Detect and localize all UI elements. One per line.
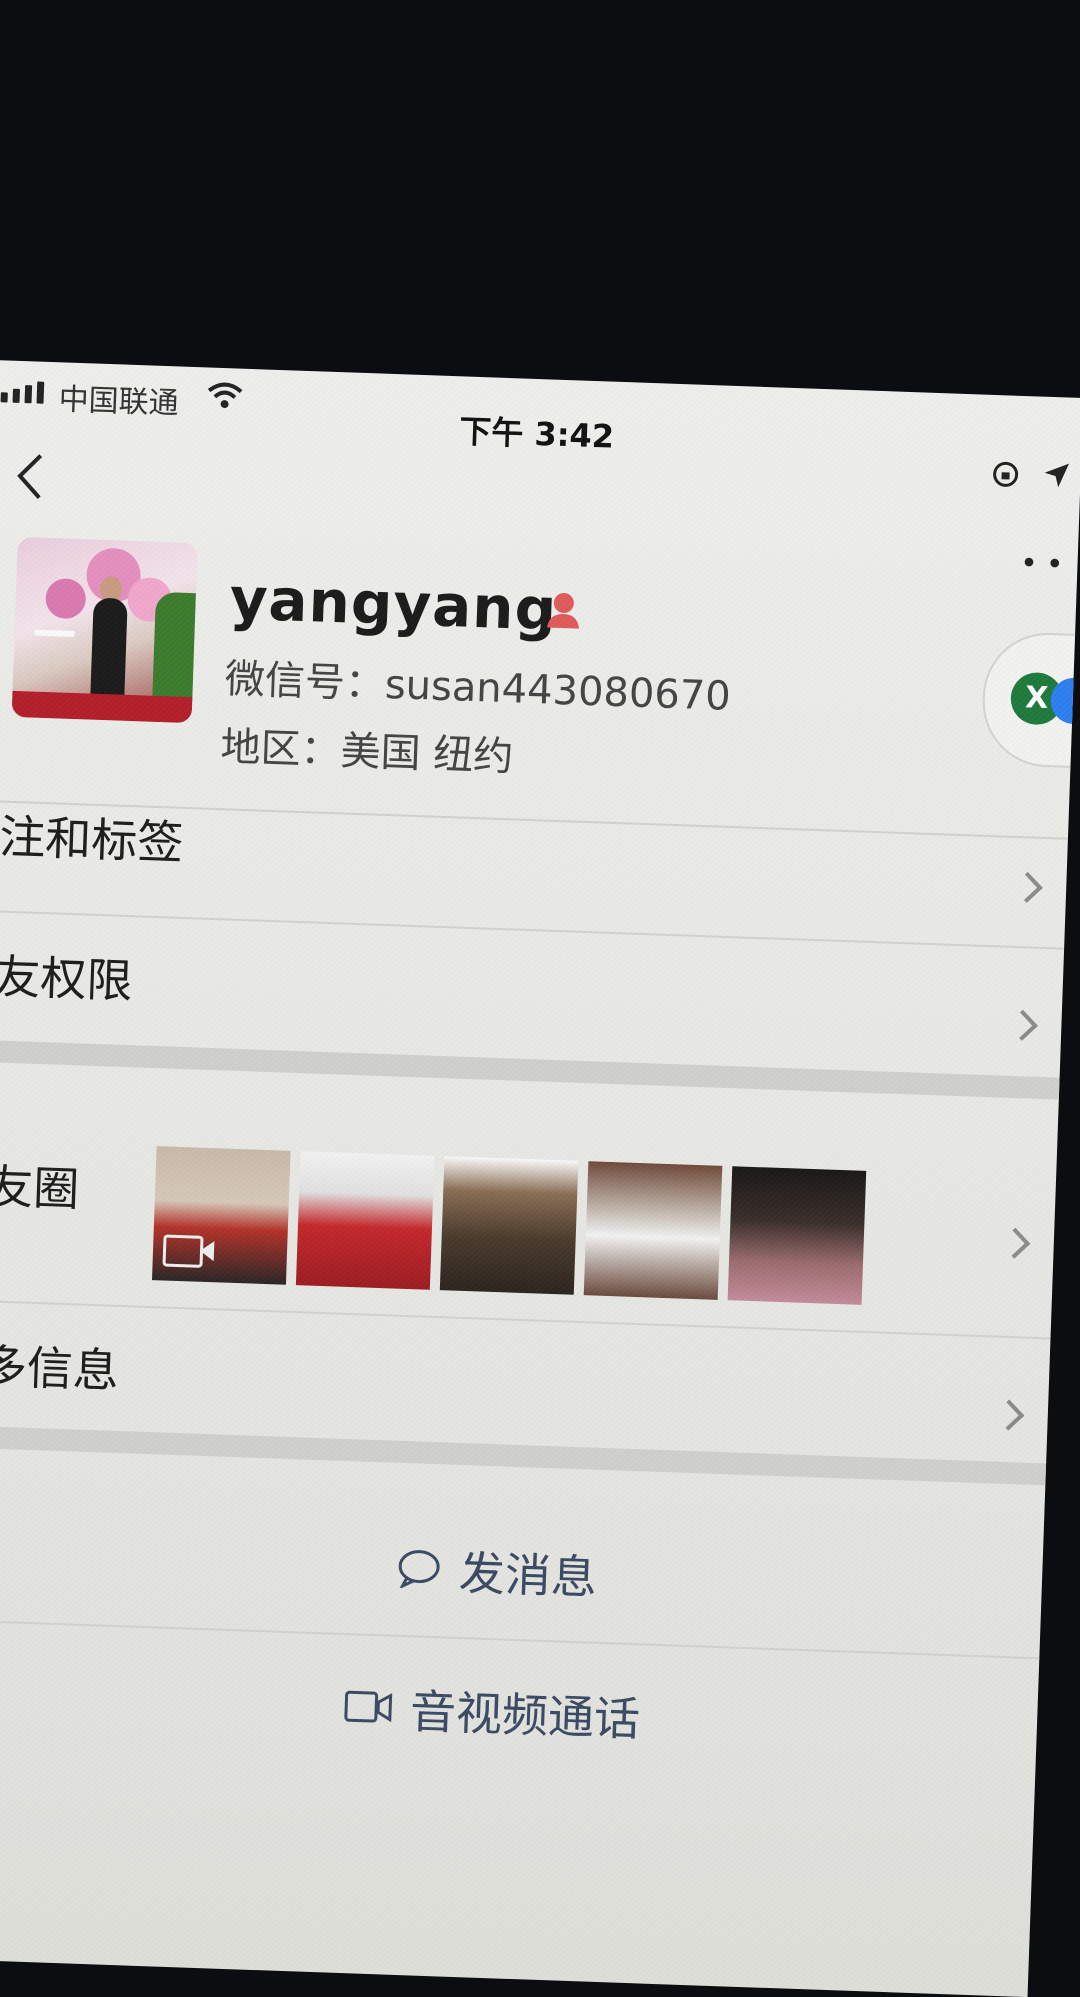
chevron-right-icon — [1011, 871, 1043, 903]
female-gender-icon — [547, 593, 579, 629]
moments-thumbnails[interactable] — [151, 1146, 867, 1305]
status-bar: 中国联通 下午 3:42 — [0, 360, 1080, 488]
remarks-tags-row[interactable]: 备注和标签 — [0, 799, 185, 873]
divider — [0, 1619, 1040, 1660]
back-arrow-icon[interactable] — [13, 451, 45, 502]
avatar[interactable] — [11, 536, 198, 724]
chevron-right-icon — [999, 1227, 1031, 1259]
video-call-label: 音视频通话 — [409, 1684, 641, 1747]
region-info: 地区：美国 纽约 — [219, 724, 514, 781]
moment-thumbnail[interactable] — [583, 1161, 723, 1300]
floating-window-bubble[interactable]: X — [980, 630, 1080, 771]
more-options-icon[interactable]: •• — [1020, 546, 1073, 583]
moment-thumbnail[interactable] — [295, 1151, 435, 1290]
wechat-id: 微信号：susan443080670 — [224, 656, 732, 720]
chevron-right-icon — [1006, 1009, 1038, 1041]
send-message-button[interactable]: 发消息 — [0, 1519, 1043, 1623]
phone-screen: 中国联通 下午 3:42 •• yangyang 微信号：susan443080… — [0, 360, 1080, 1997]
orientation-lock-icon — [993, 461, 1019, 487]
status-time: 下午 3:42 — [458, 412, 615, 456]
section-gap — [0, 1039, 1060, 1100]
video-call-button[interactable]: 音视频通话 — [0, 1659, 1038, 1763]
section-gap — [0, 1425, 1047, 1486]
location-icon — [1044, 463, 1070, 488]
more-info-row[interactable]: 更多信息 — [0, 1329, 120, 1401]
chevron-right-icon — [993, 1399, 1025, 1431]
video-camera-icon — [344, 1690, 393, 1723]
friend-permissions-row[interactable]: 朋友权限 — [0, 939, 134, 1011]
send-message-label: 发消息 — [458, 1545, 598, 1605]
moment-thumbnail[interactable] — [151, 1146, 291, 1285]
video-icon — [162, 1234, 204, 1268]
divider — [0, 909, 1065, 950]
moment-thumbnail[interactable] — [439, 1156, 579, 1295]
profile-nickname: yangyang — [228, 564, 559, 644]
moments-row[interactable]: 朋友圈 — [0, 1149, 80, 1220]
divider — [0, 1299, 1051, 1340]
moment-thumbnail[interactable] — [727, 1166, 867, 1305]
chat-bubble-icon — [398, 1550, 440, 1590]
